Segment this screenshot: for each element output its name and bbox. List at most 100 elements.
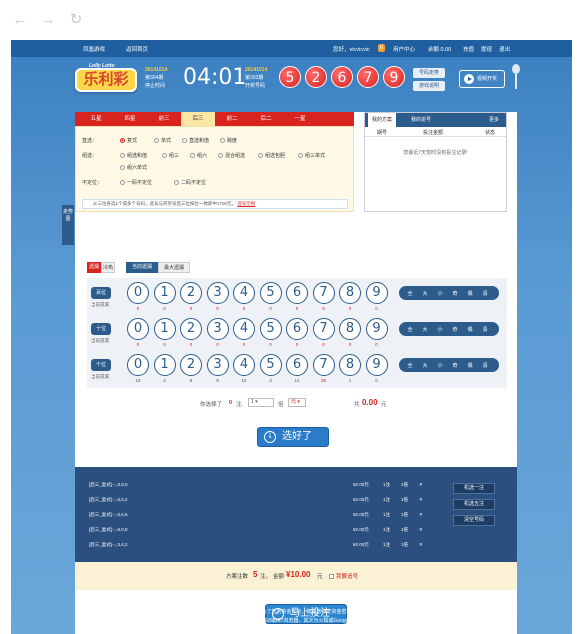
radio-group-three-single[interactable]: 组三单式 [298,152,325,159]
radio-group-anchor[interactable]: 组选包胆 [258,152,285,159]
radio-group-three[interactable]: 组三 [162,152,179,159]
tab-front-three[interactable]: 前三 [147,112,181,126]
rules-button[interactable]: 游戏说明 [413,81,445,91]
quick-pick-button[interactable]: 偶 [465,326,475,333]
delete-icon[interactable]: ✕ [419,527,423,533]
digit-ball[interactable]: 4 [233,318,255,340]
quick-pick-button[interactable]: 全 [405,290,415,297]
multiple-stepper[interactable]: 1 ▾ [248,398,274,407]
radio-direct-sum[interactable]: 直选和值 [182,137,209,144]
back-arrow-icon[interactable]: ← [12,12,28,28]
digit-ball[interactable]: 0 [127,354,149,376]
recharge-link[interactable]: 充值 [463,45,474,53]
quick-pick-button[interactable]: 奇 [450,290,460,297]
digit-ball[interactable]: 6 [286,282,308,304]
tab-five-star[interactable]: 五星 [79,112,113,126]
quick-pick-button[interactable]: 大 [420,326,430,333]
radio-nopos-two[interactable]: 二码不定位 [174,179,206,186]
digit-ball[interactable]: 8 [339,282,361,304]
radio-group-mixed[interactable]: 混合组选 [218,152,245,159]
reload-icon[interactable]: ↻ [68,12,84,28]
quick-pick-button[interactable]: 大 [420,290,430,297]
digit-ball[interactable]: 2 [180,354,202,376]
digit-ball[interactable]: 1 [153,354,176,376]
confirm-selection-button[interactable]: ↓ 选好了 [257,427,329,447]
radio-group-sum[interactable]: 组选和值 [120,152,147,159]
tab-back-three[interactable]: 后三 [181,112,215,126]
quick-pick-button[interactable]: 清 [480,290,490,297]
tab-my-plan[interactable]: 我的方案 [368,113,397,127]
withdraw-link[interactable]: 提现 [481,45,492,53]
clear-numbers-button[interactable]: 清空号码 [453,515,495,526]
site-link[interactable]: 凤凰游戏 [83,45,105,53]
digit-ball[interactable]: 0 [127,318,149,340]
tab-my-chase[interactable]: 我的追号 [411,113,431,127]
radio-group-six-single[interactable]: 组六单式 [120,164,147,171]
digit-ball[interactable]: 8 [339,354,361,376]
digit-ball[interactable]: 9 [365,318,388,340]
trend-button[interactable]: 号码走势 [413,68,445,78]
unit-select[interactable]: 元 ▾ [288,398,306,407]
digit-ball[interactable]: 7 [312,354,335,376]
digit-ball[interactable]: 5 [259,354,282,376]
quick-pick-button[interactable]: 偶 [465,290,475,297]
delete-icon[interactable]: ✕ [419,497,423,503]
user-center-menu[interactable]: 用户中心 [393,45,415,53]
max-miss-button[interactable]: 最大遗漏 [158,262,190,273]
delete-icon[interactable]: ✕ [419,482,423,488]
logout-link[interactable]: 退出 [499,45,510,53]
digit-ball[interactable]: 7 [312,318,335,340]
delete-icon[interactable]: ✕ [419,542,423,548]
example-link[interactable]: 选号示例 [237,201,255,206]
radio-direct-single[interactable]: 单式 [154,137,171,144]
quick-pick-button[interactable]: 小 [435,326,445,333]
digit-ball[interactable]: 2 [180,282,202,304]
digit-ball[interactable]: 5 [259,318,282,340]
radio-group-six[interactable]: 组六 [190,152,207,159]
quick-pick-button[interactable]: 偶 [465,362,475,369]
miss-button[interactable]: 遗漏 [87,262,101,273]
hot-cold-button[interactable]: 冷热 [101,262,115,273]
tab-front-two[interactable]: 前二 [215,112,249,126]
more-link[interactable]: 更多 [489,113,499,127]
digit-ball[interactable]: 3 [206,318,229,340]
quick-pick-button[interactable]: 清 [480,326,490,333]
radio-nopos-one[interactable]: 一码不定位 [120,179,152,186]
digit-ball[interactable]: 3 [206,354,229,376]
quick-pick-button[interactable]: 小 [435,362,445,369]
quick-pick-button[interactable]: 奇 [450,326,460,333]
digit-ball[interactable]: 7 [312,282,335,304]
digit-ball[interactable]: 1 [153,282,176,304]
radio-direct-span[interactable]: 跨度 [220,137,237,144]
digit-ball[interactable]: 0 [127,282,149,304]
digit-ball[interactable]: 8 [339,318,361,340]
tab-back-two[interactable]: 后二 [249,112,283,126]
quick-pick-button[interactable]: 清 [480,362,490,369]
random-one-button[interactable]: 机选一注 [453,483,495,494]
quick-pick-button[interactable]: 全 [405,326,415,333]
chase-checkbox[interactable]: 我要追号 [329,572,358,580]
quick-pick-button[interactable]: 大 [420,362,430,369]
trend-chart-widget[interactable]: 走势图 [62,205,74,245]
digit-ball[interactable]: 4 [233,282,255,304]
digit-ball[interactable]: 3 [206,282,229,304]
tab-one-star[interactable]: 一星 [283,112,317,126]
delete-icon[interactable]: ✕ [419,512,423,518]
digit-ball[interactable]: 6 [286,318,308,340]
tab-four-star[interactable]: 四星 [113,112,147,126]
video-draw-button[interactable]: 视频开奖 [459,70,505,88]
digit-ball[interactable]: 9 [365,354,388,376]
digit-ball[interactable]: 4 [233,354,255,376]
current-miss-button[interactable]: 当前遗漏 [126,262,158,273]
quick-pick-button[interactable]: 奇 [450,362,460,369]
quick-pick-button[interactable]: 小 [435,290,445,297]
digit-ball[interactable]: 9 [365,282,388,304]
home-link[interactable]: 返回首页 [126,45,148,53]
random-five-button[interactable]: 机选五注 [453,499,495,510]
digit-ball[interactable]: 6 [286,354,308,376]
digit-ball[interactable]: 1 [153,318,176,340]
message-badge[interactable]: 0 [378,44,386,52]
forward-arrow-icon[interactable]: → [40,12,56,28]
quick-pick-button[interactable]: 全 [405,362,415,369]
radio-direct-multi[interactable]: 复式 [120,137,137,144]
